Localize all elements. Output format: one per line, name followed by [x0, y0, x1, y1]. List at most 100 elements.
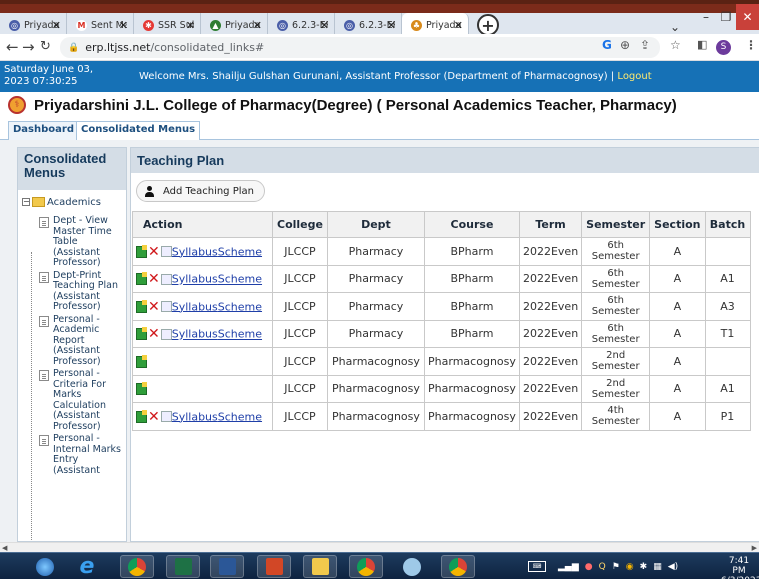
- list-icon[interactable]: [160, 328, 172, 340]
- section-cell: A: [649, 264, 706, 293]
- close-tab-icon[interactable]: ✕: [387, 19, 396, 32]
- edit-icon[interactable]: [136, 382, 147, 396]
- scroll-left-icon[interactable]: ◀: [2, 544, 7, 552]
- taskbar-paint[interactable]: [395, 555, 429, 578]
- delete-icon[interactable]: ✕: [148, 245, 160, 259]
- edit-icon[interactable]: [136, 409, 147, 423]
- search-app-icon[interactable]: Q: [599, 562, 606, 572]
- add-teaching-plan-button[interactable]: Add Teaching Plan: [136, 180, 265, 202]
- scheme-link[interactable]: Scheme: [218, 273, 262, 286]
- close-tab-icon[interactable]: ✕: [454, 19, 463, 32]
- restore-button[interactable]: ❐: [716, 4, 736, 30]
- tab-consolidated-menus[interactable]: Consolidated Menus: [76, 121, 201, 140]
- share-icon[interactable]: ⇪: [640, 38, 650, 52]
- column-header: Course: [423, 211, 520, 238]
- scheme-link[interactable]: Scheme: [218, 328, 262, 341]
- taskbar-clock[interactable]: 7:41 PM 6/3/2023: [721, 556, 759, 586]
- action-cell: ✕ SyllabusScheme: [132, 264, 273, 293]
- taskbar-word[interactable]: [210, 555, 244, 578]
- sidebar-item[interactable]: Dept-Print Teaching Plan (Assistant Prof…: [18, 270, 126, 313]
- delete-icon[interactable]: ✕: [148, 272, 160, 286]
- edit-icon[interactable]: [136, 299, 147, 313]
- bookmark-star-icon[interactable]: ☆: [670, 38, 681, 52]
- edit-icon[interactable]: [136, 327, 147, 340]
- logout-link[interactable]: Logout: [617, 71, 651, 82]
- document-icon: [39, 370, 49, 381]
- google-icon[interactable]: G: [602, 38, 612, 52]
- zoom-icon[interactable]: ⊕: [620, 38, 630, 52]
- taskbar-ie[interactable]: e: [70, 554, 104, 579]
- sidebar: Consolidated Menus − Academics Dept - Vi…: [17, 147, 127, 542]
- close-tab-icon[interactable]: ✕: [320, 19, 329, 32]
- tree-node-academics[interactable]: − Academics: [18, 194, 126, 210]
- menu-dots-icon[interactable]: ⋮: [745, 38, 757, 52]
- chrome-tray-icon[interactable]: ◉: [626, 562, 634, 572]
- taskbar-explorer[interactable]: [303, 555, 337, 578]
- horizontal-scrollbar[interactable]: ◀ ▶: [0, 542, 759, 552]
- keyboard-icon[interactable]: ⌨: [528, 561, 546, 572]
- scheme-link[interactable]: Scheme: [218, 410, 262, 423]
- taskbar-chrome-3[interactable]: [441, 555, 475, 578]
- syllabus-link[interactable]: Syllabus: [172, 328, 218, 341]
- collapse-icon[interactable]: −: [22, 198, 30, 206]
- list-icon[interactable]: [160, 273, 172, 285]
- taskbar-chrome-2[interactable]: [349, 555, 383, 578]
- sidebar-item[interactable]: Personal - Criteria For Marks Calculatio…: [18, 368, 126, 432]
- course-cell: BPharm: [423, 319, 520, 348]
- close-tab-icon[interactable]: ✕: [186, 19, 195, 32]
- close-window-button[interactable]: ✕: [736, 4, 759, 30]
- lock-icon[interactable]: 🔒: [68, 43, 79, 53]
- scroll-right-icon[interactable]: ▶: [752, 544, 757, 552]
- edit-icon[interactable]: [136, 272, 147, 285]
- syllabus-link[interactable]: Syllabus: [172, 300, 218, 313]
- minimize-button[interactable]: –: [695, 4, 717, 30]
- url-bar[interactable]: 🔒 erp.ltjss.net/consolidated_links#: [60, 37, 660, 58]
- syllabus-link[interactable]: Syllabus: [172, 245, 218, 258]
- delete-icon[interactable]: ✕: [148, 410, 160, 424]
- panel-title: Teaching Plan: [131, 148, 759, 173]
- edit-icon[interactable]: [136, 244, 147, 258]
- edit-icon[interactable]: [136, 354, 147, 368]
- list-icon[interactable]: [160, 301, 172, 312]
- syllabus-link[interactable]: Syllabus: [172, 410, 218, 423]
- signal-icon[interactable]: ▂▄▆: [558, 562, 579, 572]
- back-icon[interactable]: ←: [6, 38, 19, 56]
- teaching-plan-panel: Teaching Plan Add Teaching Plan Action C…: [130, 147, 759, 542]
- reload-icon[interactable]: ↻: [40, 39, 51, 54]
- side-panel-icon[interactable]: ◧: [697, 38, 707, 51]
- delete-icon[interactable]: ✕: [148, 300, 160, 314]
- taskbar-excel[interactable]: [166, 555, 200, 578]
- forward-icon[interactable]: →: [22, 38, 35, 56]
- record-icon[interactable]: ●: [585, 562, 593, 572]
- volume-icon[interactable]: ◀): [668, 562, 678, 572]
- flag-icon[interactable]: ⚑: [612, 562, 620, 572]
- scheme-link[interactable]: Scheme: [218, 245, 262, 258]
- sidebar-item[interactable]: Personal - Internal Marks Entry (Assista…: [18, 433, 126, 476]
- term-cell: 2022Even: [518, 402, 583, 431]
- close-tab-icon[interactable]: ✕: [253, 19, 262, 32]
- start-button[interactable]: [28, 555, 62, 578]
- sidebar-item[interactable]: Dept - View Master Time Table (Assistant…: [18, 215, 126, 269]
- scheme-link[interactable]: Scheme: [218, 300, 262, 313]
- bluetooth-icon[interactable]: ✱: [640, 562, 648, 572]
- syllabus-link[interactable]: Syllabus: [172, 273, 218, 286]
- tab-dashboard[interactable]: Dashboard: [8, 121, 79, 140]
- new-tab-button[interactable]: +: [477, 14, 499, 36]
- taskbar-chrome[interactable]: [120, 555, 154, 578]
- chrome-icon: [449, 557, 467, 576]
- network-icon[interactable]: ▦: [653, 562, 662, 572]
- taskbar-powerpoint[interactable]: [257, 555, 291, 578]
- menu-bar: Dashboard Consolidated Menus: [0, 118, 759, 140]
- college-cell: JLCCP: [272, 347, 328, 376]
- list-icon[interactable]: [160, 411, 172, 422]
- close-tab-icon[interactable]: ✕: [52, 19, 61, 32]
- list-icon[interactable]: [160, 246, 172, 257]
- globe-icon: ◎: [344, 20, 355, 31]
- close-tab-icon[interactable]: ✕: [119, 19, 128, 32]
- menu-tree: − Academics Dept - View Master Time Tabl…: [18, 190, 126, 541]
- table-row: JLCCP Pharmacognosy Pharmacognosy 2022Even 2…: [132, 347, 751, 376]
- delete-icon[interactable]: ✕: [148, 327, 160, 341]
- sidebar-item[interactable]: Personal - Academic Report (Assistant Pr…: [18, 314, 126, 368]
- column-header: Batch: [704, 211, 751, 238]
- profile-avatar[interactable]: S: [716, 40, 731, 55]
